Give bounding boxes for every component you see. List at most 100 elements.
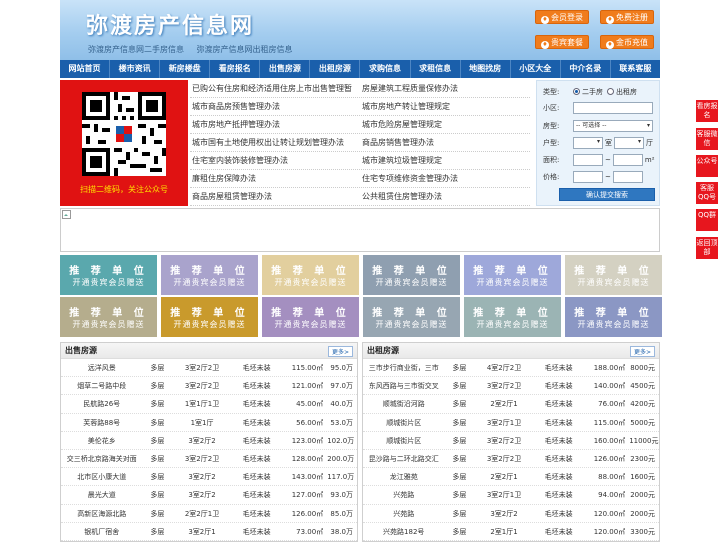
listing-row[interactable]: 远洋风景 多层 3室2厅2卫 毛坯未装 115.00㎡ 95.0万 — [61, 359, 357, 378]
listing-location[interactable]: 烟草二号路中段 — [61, 377, 142, 394]
listing-location[interactable]: 银机厂宿舍 — [61, 523, 142, 540]
policy-link[interactable]: 住宅室内装饰装修管理办法 — [190, 152, 360, 169]
recommend-ad-slot[interactable]: 推 荐 单 位开通贵宾会员赠送 — [262, 255, 359, 295]
site-logo[interactable]: 弥渡房产信息网 — [86, 8, 254, 40]
policy-link[interactable]: 商品房销售管理办法 — [360, 134, 530, 151]
recommend-ad-slot[interactable]: 推 荐 单 位开通贵宾会员赠送 — [262, 297, 359, 337]
listing-row[interactable]: 东风西路与三市街交叉 多层 3室2厅2卫 毛坯未装 140.00㎡ 4500元 — [363, 377, 659, 396]
nav-contact[interactable]: 联系客服 — [611, 60, 660, 78]
side-back-to-top[interactable]: 返回顶部 — [696, 237, 718, 259]
price-max-input[interactable] — [612, 170, 643, 183]
policy-link[interactable]: 廉租住房保障办法 — [190, 170, 360, 187]
policy-link[interactable]: 城市房地产抵押管理办法 — [190, 116, 360, 133]
recommend-ad-slot[interactable]: 推 荐 单 位开通贵宾会员赠送 — [464, 297, 561, 337]
banner-image[interactable] — [60, 208, 660, 252]
tagline-sale[interactable]: 弥渡房产信息网二手房信息 — [88, 45, 184, 54]
recommend-ad-slot[interactable]: 推 荐 单 位开通贵宾会员赠送 — [464, 255, 561, 295]
area-min-input[interactable] — [573, 153, 603, 166]
listing-row[interactable]: 交三桥北京路海关对面 多层 3室2厅2卫 毛坯未装 128.00㎡ 200.0万 — [61, 450, 357, 469]
listing-row[interactable]: 晨光大道 多层 3室2厅2 毛坯未装 127.00㎡ 93.0万 — [61, 486, 357, 505]
listing-location[interactable]: 龙江雅苑 — [363, 468, 444, 485]
login-button[interactable]: ♦ 会员登录 — [535, 10, 589, 24]
listing-row[interactable]: 顺城街片区 多层 3室2厅2卫 毛坯未装 160.00㎡ 11000元 — [363, 432, 659, 450]
side-viewing-signup[interactable]: 看房报名 — [696, 100, 718, 122]
nav-for-sale[interactable]: 出售房源 — [260, 60, 311, 78]
listing-location[interactable]: 昆沙路与二环北路交汇 — [363, 450, 444, 467]
nav-viewing-signup[interactable]: 看房报名 — [210, 60, 261, 78]
nav-for-rent[interactable]: 出租房源 — [310, 60, 361, 78]
recommend-ad-slot[interactable]: 推 荐 单 位开通贵宾会员赠送 — [161, 297, 258, 337]
listing-location[interactable]: 芙蓉路88号 — [61, 414, 142, 431]
nav-new-homes[interactable]: 新房楼盘 — [160, 60, 211, 78]
listing-location[interactable]: 兴苑路 — [363, 486, 444, 503]
listing-location[interactable]: 兴苑路182号 — [363, 523, 444, 540]
room-select[interactable]: ▾ — [573, 136, 603, 149]
listing-row[interactable]: 北市区小康大道 多层 3室2厅2 毛坯未装 143.00㎡ 117.0万 — [61, 468, 357, 487]
side-service-qq[interactable]: 客服QQ号 — [696, 182, 718, 204]
housetype-select[interactable]: -- 可选择 -- ▾ — [573, 119, 653, 132]
nav-news[interactable]: 楼市资讯 — [110, 60, 161, 78]
recommend-ad-slot[interactable]: 推 荐 单 位开通贵宾会员赠送 — [161, 255, 258, 295]
listing-location[interactable]: 顺城街片区 — [363, 414, 444, 431]
recommend-ad-slot[interactable]: 推 荐 单 位开通贵宾会员赠送 — [565, 297, 662, 337]
policy-link[interactable]: 城市国有土地使用权出让转让规划管理办法 — [190, 134, 360, 151]
listing-location[interactable]: 晨光大道 — [61, 486, 142, 503]
listing-row[interactable]: 兴苑路 多层 3室2厅1卫 毛坯未装 94.00㎡ 2000元 — [363, 486, 659, 505]
listing-location[interactable]: 兴苑路 — [363, 505, 444, 522]
listing-location[interactable]: 民航路26号 — [61, 395, 142, 412]
listing-location[interactable]: 北市区小康大道 — [61, 468, 142, 485]
recommend-ad-slot[interactable]: 推 荐 单 位开通贵宾会员赠送 — [363, 255, 460, 295]
policy-link[interactable]: 商品房屋租赁管理办法 — [190, 188, 360, 205]
listing-row[interactable]: 三市步行商业街，三市 多层 4室2厅2卫 毛坯未装 188.00㎡ 8000元 — [363, 359, 659, 378]
policy-link[interactable]: 已购公有住房和经济适用住房上市出售管理暂 — [190, 80, 360, 97]
coin-recharge-button[interactable]: ♦ 金币充值 — [600, 35, 654, 49]
policy-link[interactable]: 城市商品房预售管理办法 — [190, 98, 360, 115]
listing-row[interactable]: 兴苑路182号 多层 2室1厅1 毛坯未装 120.00㎡ 3300元 — [363, 523, 659, 541]
nav-map[interactable]: 地图找房 — [461, 60, 511, 78]
price-min-input[interactable] — [573, 170, 603, 183]
vip-package-button[interactable]: ♦ 贵宾套餐 — [535, 35, 589, 49]
nav-communities[interactable]: 小区大全 — [511, 60, 561, 78]
rent-more-link[interactable]: 更多> — [629, 346, 655, 357]
policy-link[interactable]: 城市房地产转让管理规定 — [360, 98, 530, 115]
listing-row[interactable]: 昆沙路与二环北路交汇 多层 3室2厅2卫 毛坯未装 126.00㎡ 2300元 — [363, 450, 659, 469]
listing-row[interactable]: 民航路26号 多层 1室1厅1卫 毛坯未装 45.00㎡ 40.0万 — [61, 395, 357, 414]
policy-link[interactable]: 住宅专项维修资金管理办法 — [360, 170, 530, 187]
listing-row[interactable]: 芙蓉路88号 多层 1室1厅 毛坯未装 56.00㎡ 53.0万 — [61, 414, 357, 432]
policy-link[interactable]: 城市建筑垃圾管理规定 — [360, 152, 530, 169]
listing-location[interactable]: 远洋风景 — [61, 359, 142, 376]
listing-row[interactable]: 烟草二号路中段 多层 3室2厅2卫 毛坯未装 121.00㎡ 97.0万 — [61, 377, 357, 396]
tagline-rent[interactable]: 弥渡房产信息网出租房信息 — [197, 45, 293, 54]
listing-location[interactable]: 三市步行商业街，三市 — [363, 359, 444, 376]
listing-location[interactable]: 交三桥北京路海关对面 — [61, 450, 142, 467]
recommend-ad-slot[interactable]: 推 荐 单 位开通贵宾会员赠送 — [565, 255, 662, 295]
listing-location[interactable]: 东风西路与三市街交叉 — [363, 377, 444, 394]
register-button[interactable]: ♦ 免费注册 — [600, 10, 654, 24]
sale-more-link[interactable]: 更多> — [327, 346, 353, 357]
policy-link[interactable]: 公共租赁住房管理办法 — [360, 188, 530, 205]
hall-select[interactable]: ▾ — [614, 136, 644, 149]
area-max-input[interactable] — [612, 153, 643, 166]
listing-row[interactable]: 美伦花乡 多层 3室2厅2 毛坯未装 123.00㎡ 102.0万 — [61, 432, 357, 450]
nav-want-buy[interactable]: 求购信息 — [360, 60, 411, 78]
listing-row[interactable]: 顺城街沿河路 多层 2室2厅1 毛坯未装 76.00㎡ 4200元 — [363, 395, 659, 414]
listing-location[interactable]: 顺城街沿河路 — [363, 395, 444, 412]
community-input[interactable] — [573, 101, 653, 114]
listing-location[interactable]: 顺城街片区 — [363, 432, 444, 449]
recommend-ad-slot[interactable]: 推 荐 单 位开通贵宾会员赠送 — [60, 297, 157, 337]
listing-row[interactable]: 龙江雅苑 多层 2室2厅1 毛坯未装 88.00㎡ 1600元 — [363, 468, 659, 487]
side-service-wechat[interactable]: 客服微信 — [696, 128, 718, 150]
policy-link[interactable]: 城市危险房屋管理规定 — [360, 116, 530, 133]
nav-agents[interactable]: 中介名录 — [561, 60, 611, 78]
listing-row[interactable]: 高新区海源北路 多层 2室2厅1卫 毛坯未装 126.00㎡ 85.0万 — [61, 505, 357, 523]
recommend-ad-slot[interactable]: 推 荐 单 位开通贵宾会员赠送 — [60, 255, 157, 295]
radio-rental[interactable]: 出租房 — [607, 87, 637, 97]
side-qq-group[interactable]: QQ群 — [696, 209, 718, 231]
nav-want-rent[interactable]: 求租信息 — [411, 60, 461, 78]
recommend-ad-slot[interactable]: 推 荐 单 位开通贵宾会员赠送 — [363, 297, 460, 337]
listing-row[interactable]: 兴苑路 多层 3室2厅2 毛坯未装 120.00㎡ 2000元 — [363, 505, 659, 523]
listing-location[interactable]: 美伦花乡 — [61, 432, 142, 449]
listing-row[interactable]: 顺城街片区 多层 3室2厅1卫 毛坯未装 115.00㎡ 5000元 — [363, 414, 659, 432]
listing-location[interactable]: 高新区海源北路 — [61, 505, 142, 522]
search-submit-button[interactable]: 确认提交搜索 — [559, 188, 655, 201]
